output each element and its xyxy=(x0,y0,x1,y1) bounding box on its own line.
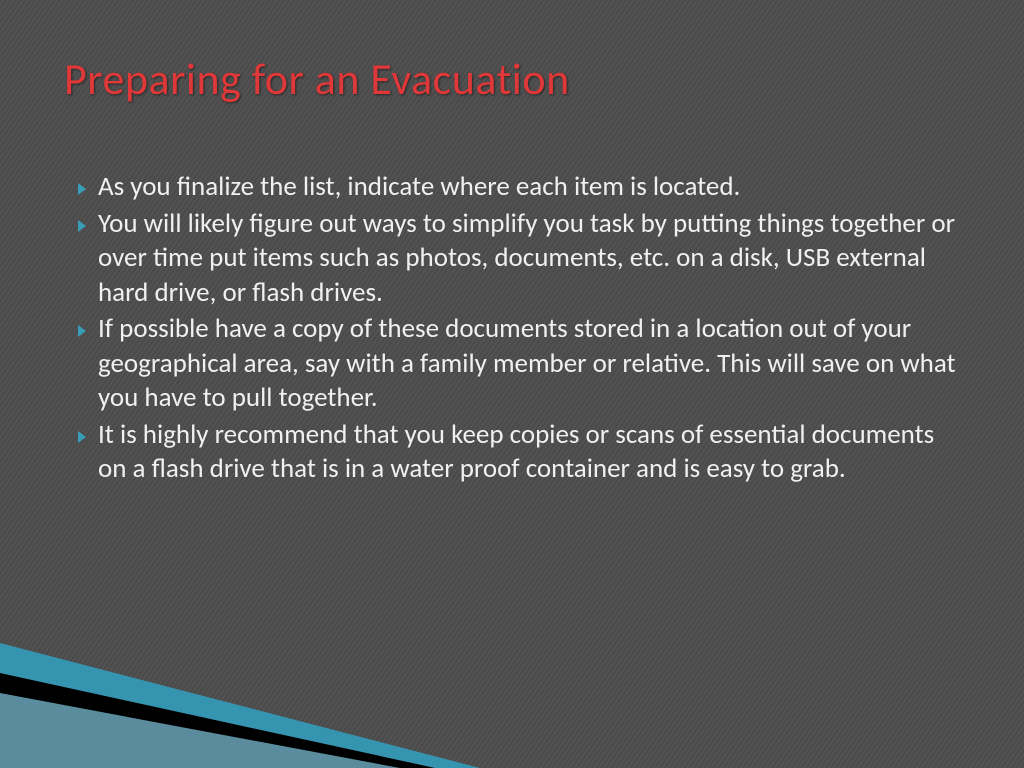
bullet-arrow-icon xyxy=(78,323,98,342)
bullet-arrow-icon xyxy=(78,181,98,200)
list-item: You will likely figure out ways to simpl… xyxy=(78,207,962,311)
bullet-text: You will likely figure out ways to simpl… xyxy=(98,207,962,311)
list-item: As you finalize the list, indicate where… xyxy=(78,170,962,205)
slide-title: Preparing for an Evacuation xyxy=(64,52,570,106)
list-item: If possible have a copy of these documen… xyxy=(78,312,962,416)
bullet-text: As you finalize the list, indicate where… xyxy=(98,170,740,205)
bullet-arrow-icon xyxy=(78,218,98,237)
bullet-arrow-icon xyxy=(78,429,98,448)
list-item: It is highly recommend that you keep cop… xyxy=(78,418,962,487)
bullet-text: If possible have a copy of these documen… xyxy=(98,312,962,416)
bullet-text: It is highly recommend that you keep cop… xyxy=(98,418,962,487)
bullet-list: As you finalize the list, indicate where… xyxy=(78,170,962,489)
